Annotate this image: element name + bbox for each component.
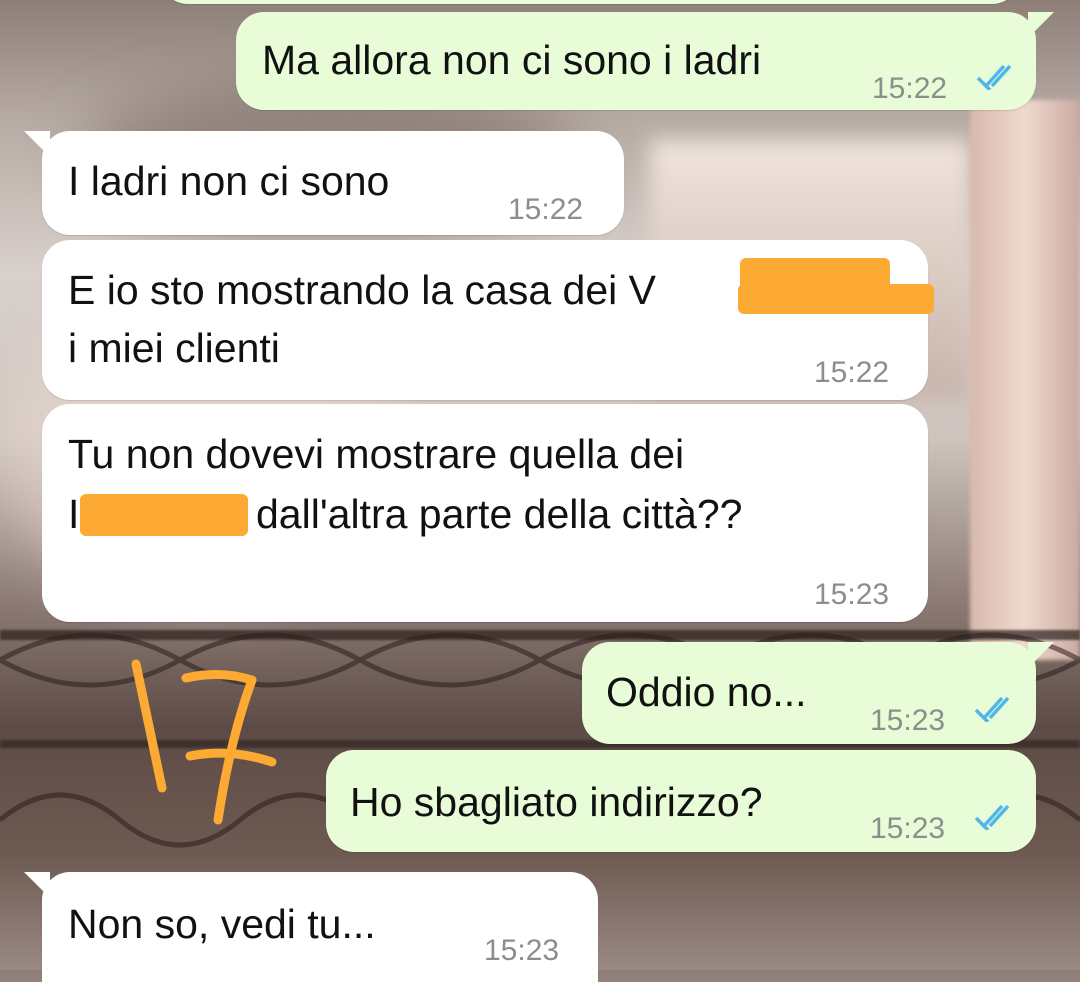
message-text-line-2-start: I [68,491,80,537]
previous-message-bubble[interactable] [160,0,1020,4]
message-time: 15:22 [814,356,890,389]
message-bubble-incoming[interactable]: Non so, vedi tu... 15:23 [24,872,598,982]
message-text-line-2-end: dall'altra parte della città?? [256,491,743,537]
message-text-line-1: Tu non dovevi mostrare quella dei [68,431,685,477]
name-redaction [80,494,248,536]
message-time: 15:23 [814,578,890,611]
message-bubble-outgoing[interactable]: Oddio no... 15:23 [582,642,1054,744]
message-text: I ladri non ci sono [68,158,390,204]
handwritten-number-annotation [131,659,277,825]
message-text: Ho sbagliato indirizzo? [350,779,763,825]
message-text: Oddio no... [606,669,807,715]
double-check-icon [974,804,1010,830]
double-check-icon [976,64,1012,90]
message-bubble-outgoing[interactable]: Ma allora non ci sono i ladri 15:22 [236,12,1054,110]
name-redaction [738,284,934,314]
message-text-line-1: E io sto mostrando la casa dei V [68,267,656,313]
message-bubble-incoming[interactable]: I ladri non ci sono 15:22 [24,131,624,235]
message-text-line-2: i miei clienti [68,325,280,371]
double-check-icon [974,696,1010,722]
message-time: 15:22 [872,72,948,105]
message-time: 15:22 [508,193,584,226]
message-time: 15:23 [870,704,946,737]
message-time: 15:23 [484,934,560,967]
message-text: Ma allora non ci sono i ladri [262,37,762,83]
message-time: 15:23 [870,812,946,845]
message-text: Non so, vedi tu... [68,901,376,947]
message-bubble-outgoing[interactable]: Ho sbagliato indirizzo? 15:23 [326,750,1036,852]
